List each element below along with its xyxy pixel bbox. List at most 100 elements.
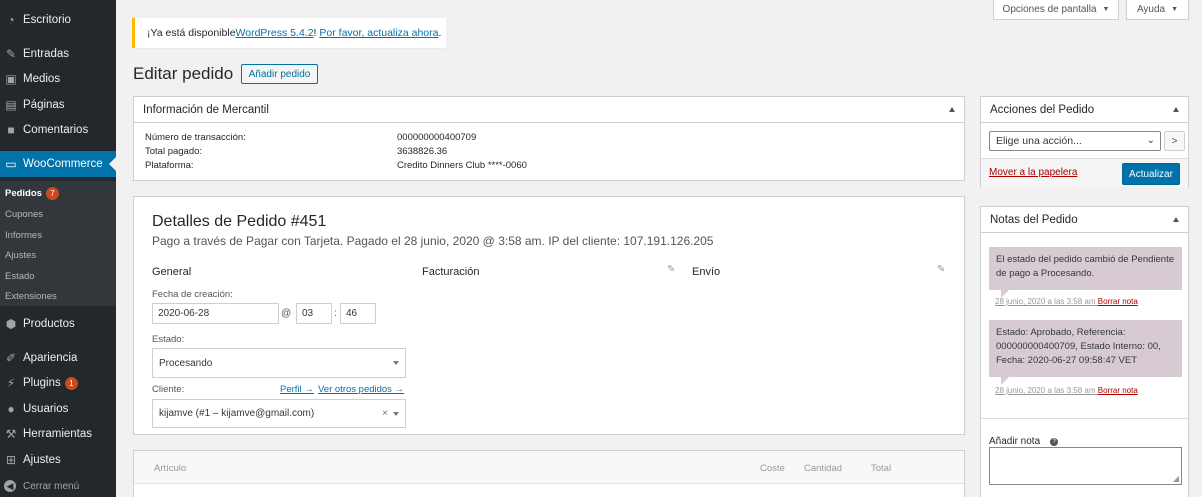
customer-select[interactable]: kijamve (#1 – kijamve@gmail.com) × [152,399,406,428]
plugin-icon: ⚡ [6,376,16,390]
delete-note-link[interactable]: Borrar nota [1098,297,1138,306]
update-button[interactable]: Actualizar [1122,163,1180,185]
clear-icon[interactable]: × [382,408,388,419]
screen-options-button[interactable]: Opciones de pantalla ▼ [993,0,1119,20]
edit-billing-icon[interactable]: ✎ [667,264,675,275]
order-subtitle: Pago a través de Pagar con Tarjeta. Paga… [152,234,714,248]
customer-value: kijamve (#1 – kijamve@gmail.com) [159,408,315,419]
notes-divider [981,418,1188,419]
cost-column-header: Coste [760,463,785,474]
mercantil-header[interactable]: Información de Mercantil [134,97,964,123]
menu-label: Escritorio [23,14,71,26]
update-notice: ¡Ya está disponible WordPress 5.4.2 ! Po… [132,18,446,48]
menu-label: Páginas [23,99,65,111]
status-label: Estado: [152,334,185,345]
order-notes-header[interactable]: Notas del Pedido [981,207,1188,233]
submenu-item-cupones[interactable]: Cupones [5,209,43,220]
colon-separator: : [334,308,337,319]
add-note-textarea[interactable]: ◢ [989,447,1182,485]
collapse-toggle-icon[interactable] [949,107,955,112]
submenu-item-extensiones[interactable]: Extensiones [5,291,57,302]
brush-icon: ✐ [5,351,17,365]
menu-item-apariencia[interactable]: ✐ Apariencia [0,345,116,371]
menu-item-productos[interactable]: ⬢ Productos [0,311,116,337]
collapse-toggle-icon[interactable] [1173,107,1179,112]
status-value: Procesando [159,357,213,369]
menu-item-comentarios[interactable]: ■ Comentarios [0,117,116,143]
menu-item-paginas[interactable]: ▤ Páginas [0,92,116,118]
menu-item-usuarios[interactable]: ● Usuarios [0,396,116,422]
help-icon[interactable]: ? [1050,437,1059,446]
pin-icon: ✎ [5,47,17,61]
order-status-select[interactable]: Procesando [152,348,406,378]
submenu-item-pedidos[interactable]: Pedidos 7 [5,187,59,200]
menu-label: WooCommerce [23,158,103,170]
help-button[interactable]: Ayuda ▼ [1126,0,1189,20]
order-date-input[interactable]: 2020-06-28 [152,303,279,324]
submenu-item-informes[interactable]: Informes [5,230,42,241]
order-actions-title: Acciones del Pedido [990,103,1095,116]
menu-label: Herramientas [23,428,93,440]
collapse-menu-button[interactable]: ◀ Cerrar menú [0,477,79,495]
page-title: Editar pedido [133,64,234,83]
note-date: 28 junio, 2020 a las 3:58 am [995,386,1096,395]
menu-item-woocommerce[interactable]: ▭ WooCommerce [0,151,116,177]
caret-down-icon: ▼ [1102,6,1110,13]
add-note-text: Añadir nota [989,436,1041,447]
resize-handle-icon[interactable]: ◢ [1173,474,1179,483]
comment-icon: ■ [7,123,15,137]
order-minute-input[interactable]: 46 [340,303,376,324]
mercantil-title: Información de Mercantil [143,103,269,116]
collapse-toggle-icon[interactable] [1173,217,1179,222]
note-meta: 28 junio, 2020 a las 3:58 am Borrar nota [995,386,1138,395]
menu-item-herramientas[interactable]: ⚒ Herramientas [0,421,116,447]
woocommerce-icon: ▭ [5,157,17,171]
apply-action-button[interactable]: > [1164,131,1185,151]
other-orders-link[interactable]: Ver otros pedidos → [318,384,404,395]
menu-label: Apariencia [23,352,78,364]
submenu-item-ajustes[interactable]: Ajustes [5,250,36,261]
edit-shipping-icon[interactable]: ✎ [937,264,945,275]
order-notes-title: Notas del Pedido [990,213,1078,226]
settings-icon: ⊞ [5,453,17,467]
chevron-down-icon: ⌄ [1146,135,1155,146]
menu-item-escritorio[interactable]: ◔ Escritorio [0,7,116,33]
order-notes-box: Notas del Pedido El estado del pedido ca… [980,206,1189,497]
note-meta: 28 junio, 2020 a las 3:58 am Borrar nota [995,297,1138,306]
submenu-item-estado[interactable]: Estado [5,271,35,282]
media-icon: ▣ [5,72,17,86]
notice-text: ¡Ya está disponible [147,27,236,39]
order-actions-header[interactable]: Acciones del Pedido [981,97,1188,123]
menu-item-medios[interactable]: ▣ Medios [0,66,116,92]
page-icon: ▤ [5,98,17,112]
screen-options-label: Opciones de pantalla [1002,4,1097,15]
menu-item-ajustes[interactable]: ⊞ Ajustes [0,447,116,473]
woocommerce-submenu: Pedidos 7 Cupones Informes Ajustes Estad… [0,181,116,306]
order-hour-input[interactable]: 03 [296,303,332,324]
order-note: El estado del pedido cambió de Pendiente… [989,247,1182,298]
menu-item-entradas[interactable]: ✎ Entradas [0,41,116,67]
update-now-link[interactable]: Por favor, actualiza ahora [319,27,438,39]
add-order-button[interactable]: Añadir pedido [241,64,318,84]
menu-label: Comentarios [23,124,89,136]
order-note: Estado: Aprobado, Referencia: 0000000004… [989,320,1182,385]
order-action-select[interactable]: Elige una acción... ⌄ [989,131,1161,151]
collapse-arrow-icon: ◀ [4,480,16,492]
help-label: Ayuda [1136,4,1166,15]
menu-label: Plugins [23,377,61,389]
order-details-box: Detalles de Pedido #451 Pago a través de… [133,196,965,435]
menu-label: Productos [23,318,75,330]
client-label: Cliente: [152,384,185,395]
wordpress-version-link[interactable]: WordPress 5.4.2 [236,27,314,39]
admin-sidebar: ◔ Escritorio ✎ Entradas ▣ Medios ▤ Págin… [0,0,116,497]
submenu-label: Pedidos [5,188,42,199]
profile-link[interactable]: Perfil → [280,384,314,395]
box-icon: ⬢ [5,317,17,331]
transaction-label: Número de transacción: [145,132,246,143]
menu-item-plugins[interactable]: ⚡ Plugins 1 [0,370,116,396]
platform-label: Plataforma: [145,160,194,171]
caret-down-icon: ▼ [1171,6,1179,13]
delete-note-link[interactable]: Borrar nota [1098,386,1138,395]
created-date-label: Fecha de creación: [152,289,233,300]
move-to-trash-link[interactable]: Mover a la papelera [989,167,1077,178]
